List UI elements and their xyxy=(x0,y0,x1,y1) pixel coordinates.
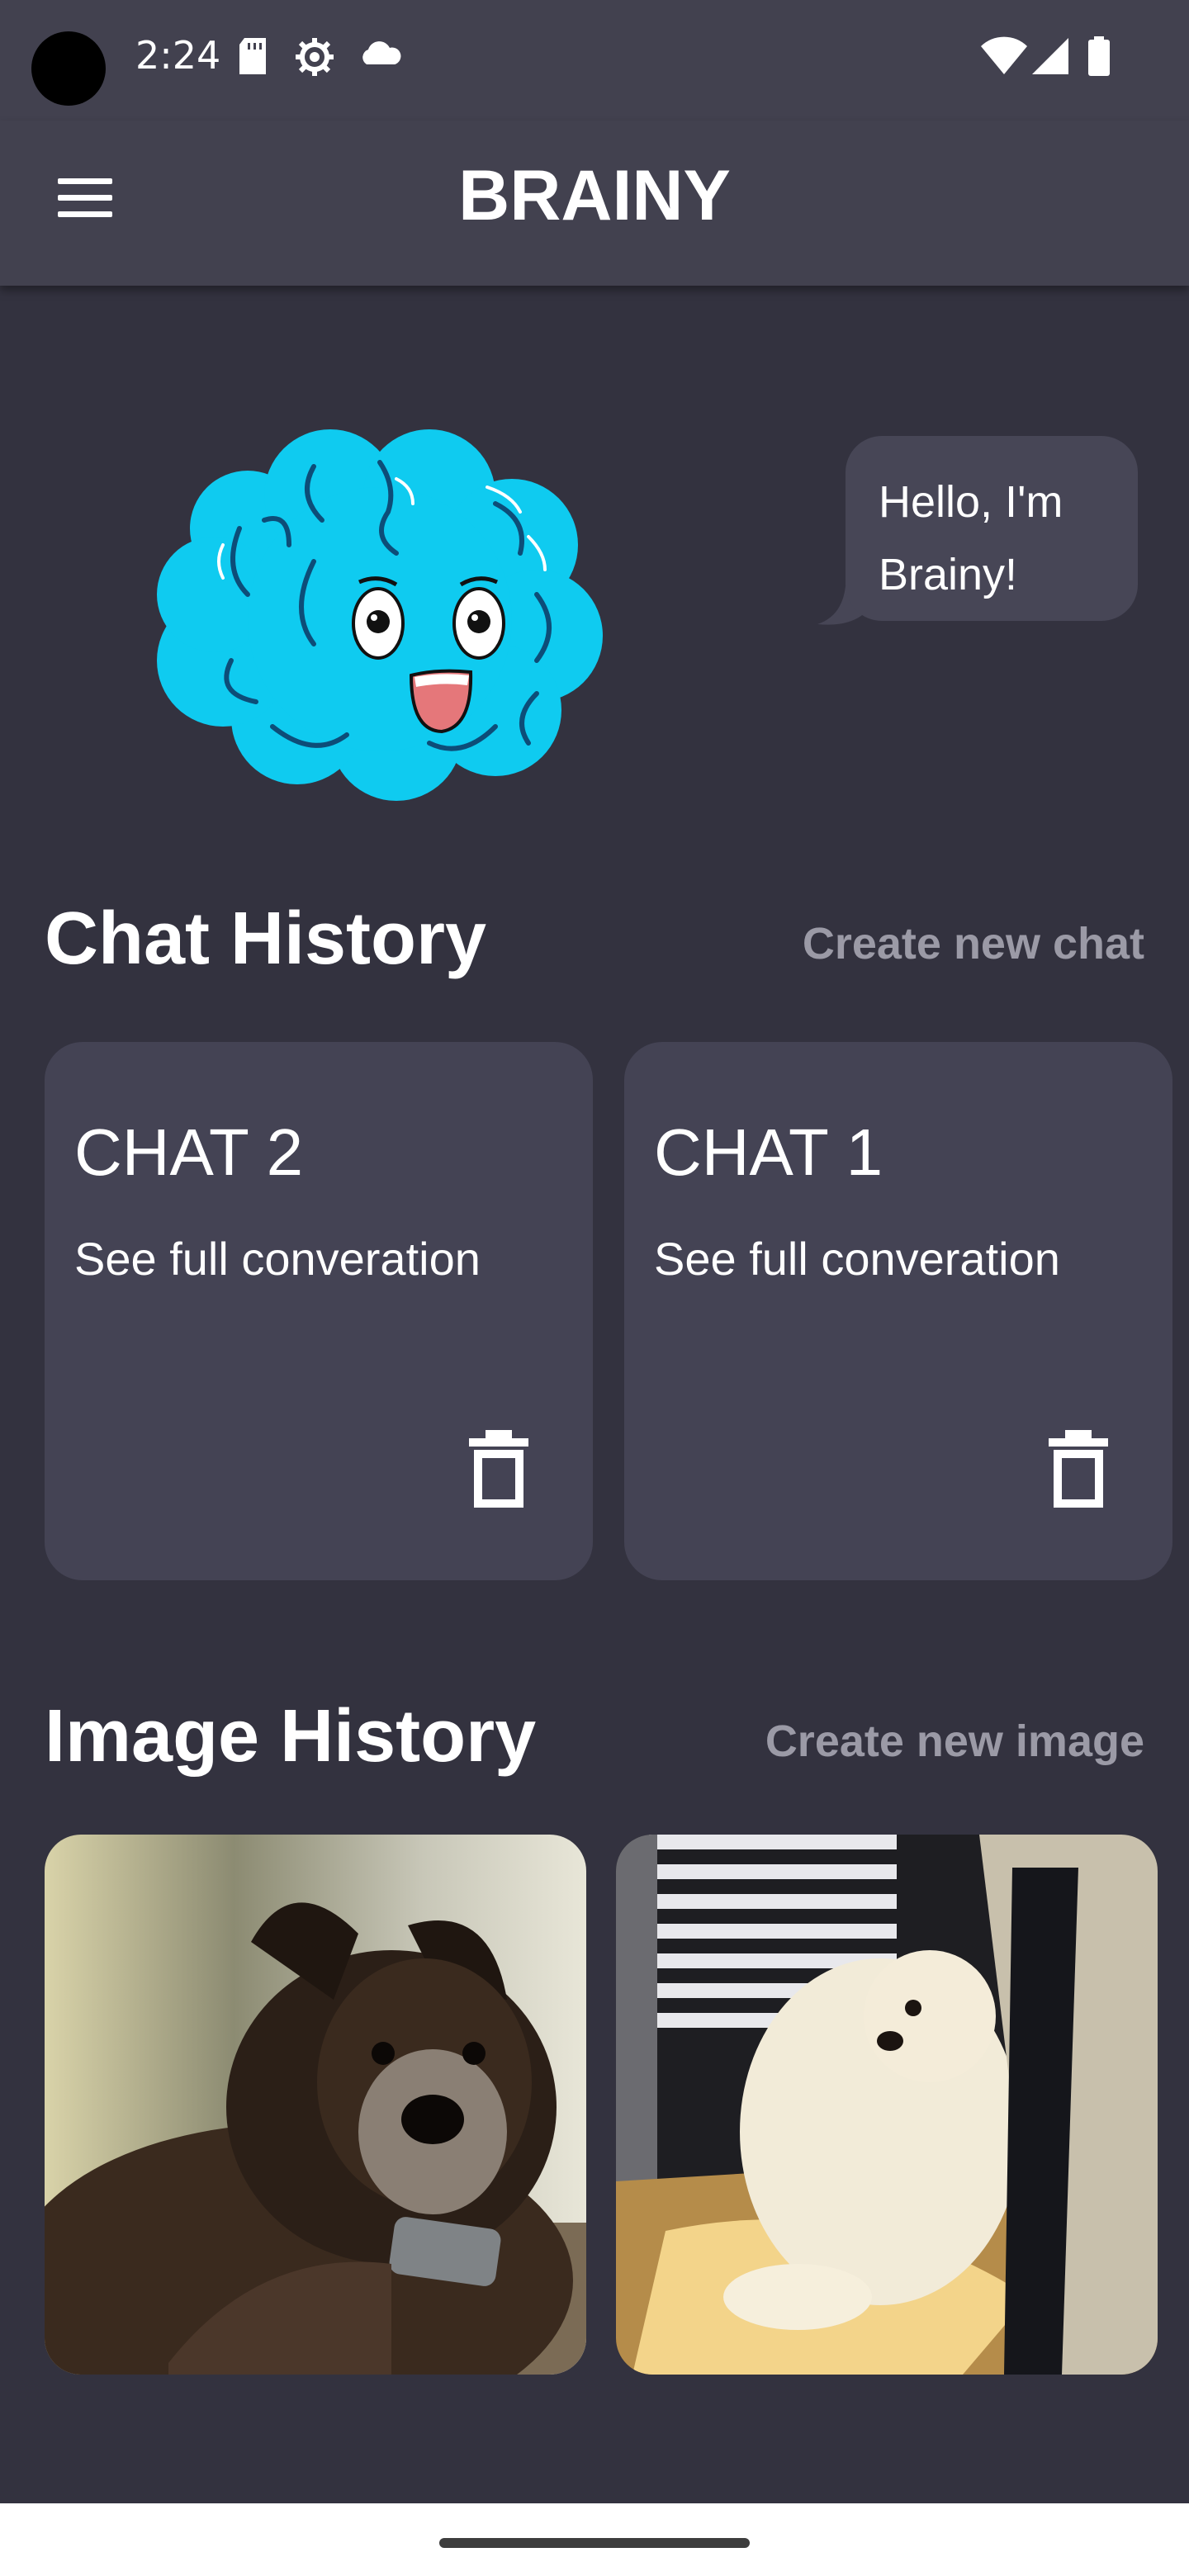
signal-icon xyxy=(1032,38,1068,74)
create-new-image-link[interactable]: Create new image xyxy=(765,1716,1144,1767)
status-bar: 2:24 xyxy=(0,0,1189,121)
cloud-icon xyxy=(362,41,401,64)
white-dog-photo[interactable] xyxy=(616,1835,1158,2375)
brain-mascot xyxy=(157,429,603,801)
chat-card[interactable]: CHAT 1 See full converation xyxy=(624,1042,1172,1580)
trash-icon[interactable] xyxy=(1045,1428,1111,1511)
app-bar: BRAINY xyxy=(0,121,1189,286)
image-history-title: Image History xyxy=(45,1695,537,1778)
greeting-bubble: Hello, I'm Brainy! xyxy=(846,436,1138,621)
chat-history-title: Chat History xyxy=(45,897,487,980)
see-full-conversation-link[interactable]: See full converation xyxy=(654,1232,1060,1286)
create-new-chat-link[interactable]: Create new chat xyxy=(803,918,1144,969)
see-full-conversation-link[interactable]: See full converation xyxy=(74,1232,481,1286)
trash-icon[interactable] xyxy=(466,1428,532,1511)
settings-icon xyxy=(296,38,334,76)
app-title: BRAINY xyxy=(458,156,731,235)
chat-title: CHAT 1 xyxy=(654,1115,883,1189)
navigation-bar xyxy=(0,2503,1189,2576)
home-indicator[interactable] xyxy=(439,2538,750,2548)
sd-card-icon xyxy=(239,38,266,74)
camera-cutout xyxy=(31,31,106,106)
chat-title: CHAT 2 xyxy=(74,1115,304,1189)
wifi-icon xyxy=(981,36,1027,74)
chat-card[interactable]: CHAT 2 See full converation xyxy=(45,1042,593,1580)
status-time: 2:24 xyxy=(135,33,221,78)
dark-dog-photo[interactable] xyxy=(45,1835,586,2375)
battery-icon xyxy=(1088,36,1110,76)
